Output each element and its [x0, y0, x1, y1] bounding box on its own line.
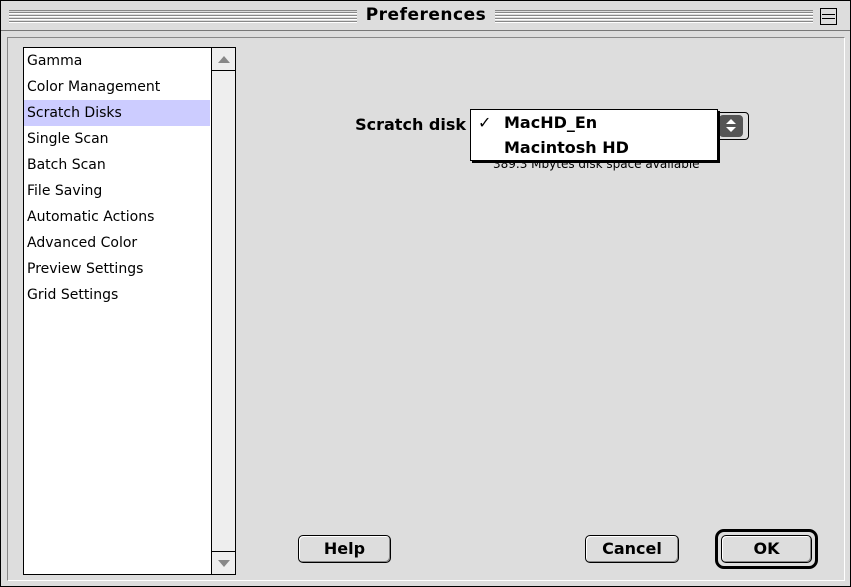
help-button[interactable]: Help	[298, 535, 391, 563]
category-single-scan[interactable]: Single Scan	[24, 126, 210, 152]
scroll-up-arrow-icon[interactable]	[212, 48, 235, 71]
preferences-category-list[interactable]: Gamma Color Management Scratch Disks Sin…	[23, 47, 236, 575]
menu-item-label: MacHD_En	[504, 113, 598, 132]
window-title: Preferences	[365, 5, 487, 25]
scratch-disk-popup-button[interactable]	[715, 112, 749, 140]
title-stripes-left	[9, 10, 357, 23]
ok-button[interactable]: OK	[721, 535, 812, 563]
ok-button-default-ring: OK	[715, 529, 818, 569]
menu-item-machd-en[interactable]: ✓ MacHD_En	[471, 110, 717, 135]
category-scratch-disks[interactable]: Scratch Disks	[24, 100, 210, 126]
cancel-button[interactable]: Cancel	[585, 535, 679, 563]
category-advanced-color[interactable]: Advanced Color	[24, 230, 210, 256]
category-file-saving[interactable]: File Saving	[24, 178, 210, 204]
collapse-box-icon[interactable]	[820, 8, 837, 25]
scratch-disk-menu[interactable]: ✓ MacHD_En Macintosh HD	[470, 109, 718, 161]
scratch-disk-label: Scratch disk	[355, 115, 466, 134]
preferences-window: Preferences Gamma Color Management Scrat…	[0, 0, 851, 587]
menu-item-label: Macintosh HD	[504, 138, 629, 157]
category-automatic-actions[interactable]: Automatic Actions	[24, 204, 210, 230]
category-gamma[interactable]: Gamma	[24, 48, 210, 74]
title-stripes-right	[495, 10, 813, 23]
popup-arrows-icon	[719, 115, 743, 137]
category-preview-settings[interactable]: Preview Settings	[24, 256, 210, 282]
category-items: Gamma Color Management Scratch Disks Sin…	[24, 48, 210, 308]
scroll-down-arrow-icon[interactable]	[212, 551, 235, 574]
menu-item-macintosh-hd[interactable]: Macintosh HD	[471, 135, 717, 160]
category-color-management[interactable]: Color Management	[24, 74, 210, 100]
title-bar[interactable]: Preferences	[1, 1, 850, 31]
category-batch-scan[interactable]: Batch Scan	[24, 152, 210, 178]
list-scrollbar[interactable]	[211, 48, 235, 574]
category-grid-settings[interactable]: Grid Settings	[24, 282, 210, 308]
checkmark-icon: ✓	[478, 113, 492, 132]
